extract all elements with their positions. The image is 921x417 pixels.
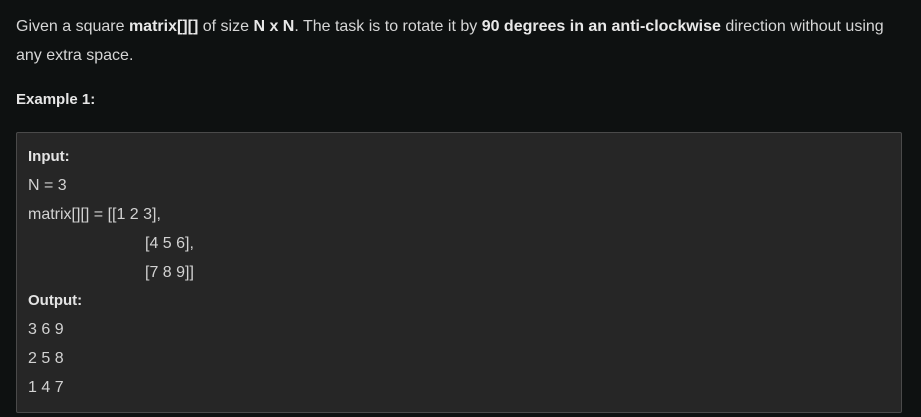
problem-statement: Given a square matrix[][] of size N x N.…	[16, 12, 896, 70]
problem-text-2: of size	[198, 18, 254, 35]
input-label: Input:	[28, 148, 70, 165]
problem-text-3: . The task is to rotate it by	[294, 18, 482, 35]
problem-matrix-term: matrix[][]	[128, 18, 199, 35]
input-line: [7 8 9]]	[145, 264, 194, 281]
example-heading: Example 1:	[16, 91, 96, 108]
problem-text-1: Given a square	[16, 18, 129, 35]
problem-size-term: N x N	[253, 18, 295, 35]
example-box: Input: N = 3 matrix[][] = [[1 2 3], [4 5…	[16, 132, 902, 413]
input-line: [4 5 6],	[145, 235, 194, 252]
input-line: N = 3	[28, 177, 67, 194]
output-line: 1 4 7	[28, 379, 64, 396]
output-line: 3 6 9	[28, 321, 64, 338]
problem-rotation-term: 90 degrees in an anti-clockwise	[481, 18, 721, 35]
output-line: 2 5 8	[28, 350, 64, 367]
output-label: Output:	[28, 292, 83, 309]
input-line: matrix[][] = [[1 2 3],	[28, 206, 161, 223]
